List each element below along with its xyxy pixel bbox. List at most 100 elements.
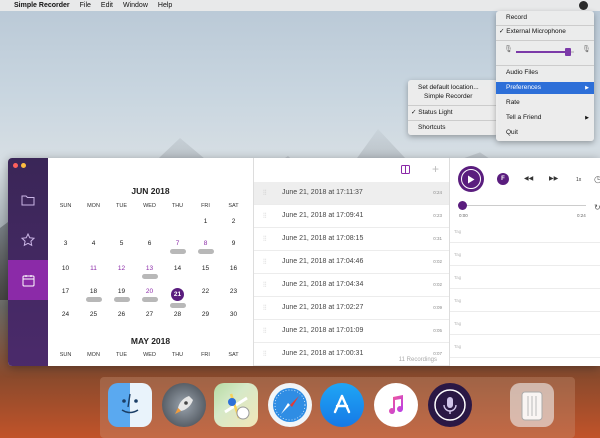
close-button[interactable] [13,163,18,168]
menu-item-status-light[interactable]: ✓ Status Light [408,107,498,119]
recording-indicator [113,297,130,302]
menu-window[interactable]: Window [123,2,148,9]
app-store-icon[interactable] [320,383,364,427]
menu-item-external-microphone[interactable]: ✓ External Microphone [496,26,594,38]
calendar-day[interactable]: 8 [192,240,219,254]
menu-item-rate[interactable]: Rate [496,97,594,109]
calendar-day[interactable]: 7 [164,240,191,254]
progress-knob[interactable] [458,201,467,210]
calendar-day[interactable]: 18 [80,288,107,302]
launchpad-icon[interactable] [162,383,206,427]
calendar-day[interactable]: 27 [136,311,163,318]
time-position: 0:00 [459,213,468,218]
tag-row[interactable]: Tag [450,312,600,335]
recording-duration: 0:31 [433,236,442,241]
calendar-day[interactable]: 11 [80,265,107,272]
forward-button[interactable]: ▶▶ [549,175,558,182]
recordings-list: + 11 Recordings ⫶⫶ June 21, 2018 at 17:11… [253,158,450,366]
recording-row[interactable]: ⫶⫶ June 21, 2018 at 17:02:27 0:09 [254,297,450,320]
tag-row[interactable]: Tag [450,335,600,358]
calendar-day[interactable]: 4 [80,240,107,247]
menu-help[interactable]: Help [158,2,172,9]
calendar-day[interactable]: 30 [220,311,247,318]
calendar-day[interactable]: 25 [80,311,107,318]
recorder-tray-icon[interactable] [579,1,588,10]
calendar-day[interactable]: 20 [136,288,163,302]
calendar-day[interactable]: 16 [220,265,247,272]
finder-icon[interactable] [108,383,152,427]
speed-button[interactable]: 1x [576,177,581,183]
calendar-day[interactable]: 15 [192,265,219,272]
bookmark-button[interactable]: F [497,173,509,185]
tag-row[interactable]: Tag [450,220,600,243]
music-icon[interactable] [374,383,418,427]
recording-title: June 21, 2018 at 17:00:31 [282,350,364,357]
sidebar-item-calendar[interactable] [8,260,48,300]
calendar-day[interactable]: 5 [108,240,135,247]
recording-row[interactable]: ⫶⫶ June 21, 2018 at 17:04:34 0:02 [254,274,450,297]
timer-icon[interactable]: ◷ [594,174,600,185]
calendar-day[interactable]: 29 [192,311,219,318]
rewind-icon: ◀◀ [524,176,534,182]
volume-slider[interactable] [516,48,574,56]
calendar-day-number: 11 [90,265,97,272]
recording-row[interactable]: ⫶⫶ June 21, 2018 at 17:00:31 0:07 [254,343,450,366]
recording-row[interactable]: ⫶⫶ June 21, 2018 at 17:09:41 0:23 [254,205,450,228]
calendar-day[interactable]: 14 [164,265,191,272]
trash-icon[interactable] [510,383,554,427]
sidebar-item-favorites[interactable] [8,220,48,260]
calendar-day[interactable]: 24 [52,311,79,318]
menu-item-tell-a-friend[interactable]: Tell a Friend ▶ [496,112,594,124]
progress-track[interactable] [460,205,586,206]
tag-row[interactable]: Tag [450,289,600,312]
play-button[interactable] [458,166,484,192]
menu-app-name[interactable]: Simple Recorder [14,2,70,9]
calendar-day[interactable]: 9 [220,240,247,247]
jun-weekday-tue: TUE [116,203,127,209]
recording-row[interactable]: ⫶⫶ June 21, 2018 at 17:04:46 0:02 [254,251,450,274]
menu-file[interactable]: File [80,2,91,9]
rewind-button[interactable]: ◀◀ [524,175,533,182]
minimize-button[interactable] [21,163,26,168]
recording-row[interactable]: ⫶⫶ June 21, 2018 at 17:11:37 0:24 [254,182,450,205]
recording-indicator [141,297,158,302]
tag-row[interactable]: Tag [450,266,600,289]
calendar-day[interactable]: 22 [192,288,219,295]
calendar-day[interactable]: 13 [136,265,163,279]
calendar-day[interactable]: 19 [108,288,135,302]
calendar-day[interactable]: 12 [108,265,135,272]
recording-row[interactable]: ⫶⫶ June 21, 2018 at 17:08:15 0:31 [254,228,450,251]
volume-knob[interactable] [565,48,572,56]
calendar-day[interactable]: 6 [136,240,163,247]
loop-icon[interactable]: ↻ [594,203,600,212]
calendar-day[interactable]: 28 [164,311,191,318]
safari-icon[interactable] [268,383,312,427]
recording-duration: 0:09 [433,305,442,310]
may-weekday-wed: WED [143,352,156,358]
menu-item-quit[interactable]: Quit [496,127,594,139]
calendar-day[interactable]: 26 [108,311,135,318]
calendar-day[interactable]: 21 [164,288,191,308]
menu-item-shortcuts[interactable]: Shortcuts [408,122,498,134]
sidebar-item-folder[interactable] [8,180,48,220]
calendar-day[interactable]: 2 [220,218,247,225]
tag-row[interactable]: Tag [450,243,600,266]
calendar-day-number: 27 [145,311,154,318]
calendar-day[interactable]: 17 [52,288,79,295]
add-icon[interactable]: + [432,162,439,176]
menu-item-record[interactable]: Record [496,12,594,24]
calendar-day-number: 20 [145,288,154,295]
folder-icon [21,195,35,206]
calendar-day[interactable]: 23 [220,288,247,295]
menu-edit[interactable]: Edit [101,2,113,9]
maps-icon[interactable] [214,383,258,427]
calendar-day[interactable]: 1 [192,218,219,225]
calendar-day[interactable]: 10 [52,265,79,272]
menu-item-audio-files[interactable]: Audio Files [496,67,594,79]
menu-item-preferences[interactable]: Preferences ▶ [496,82,594,94]
split-view-icon[interactable] [401,165,410,174]
calendar-day-number: 22 [201,288,210,295]
simple-recorder-icon[interactable] [428,383,472,427]
calendar-day[interactable]: 3 [52,240,79,247]
recording-row[interactable]: ⫶⫶ June 21, 2018 at 17:01:09 0:05 [254,320,450,343]
